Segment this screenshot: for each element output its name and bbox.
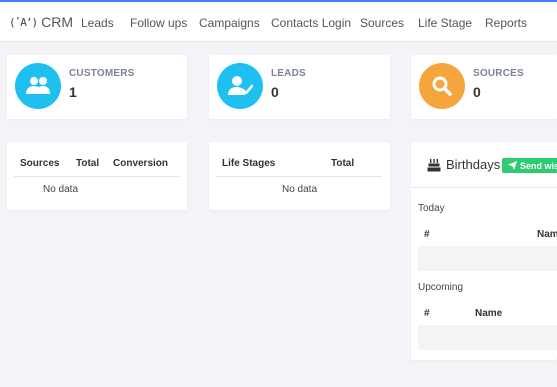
send-wish-button[interactable]: Send wish: [502, 158, 557, 173]
search-icon: [432, 76, 452, 96]
leads-icon-circle: [217, 63, 263, 109]
sources-table-card: Sources Total Conversion No data: [7, 142, 187, 210]
birthdays-header-divider: [411, 187, 557, 188]
lifestage-empty-text: No data: [282, 184, 318, 195]
nav-reports[interactable]: Reports: [485, 16, 527, 30]
col-total[interactable]: Total: [331, 158, 354, 169]
leads-stat-card[interactable]: LEADS 0: [209, 55, 390, 119]
col-life-stages[interactable]: Life Stages: [222, 158, 275, 169]
user-check-icon: [228, 76, 253, 95]
upcoming-col-name[interactable]: Name: [475, 308, 502, 319]
customers-stat-card[interactable]: CUSTOMERS 1: [7, 55, 187, 119]
users-icon: [26, 77, 50, 94]
birthdays-title: Birthdays: [427, 157, 500, 172]
leads-count: 0: [271, 84, 279, 100]
table-header-divider: [216, 176, 382, 177]
leads-label: LEADS: [271, 68, 306, 79]
sources-stat-card[interactable]: SOURCES 0: [411, 55, 557, 119]
broadcast-icon: (ʽAʼ): [9, 15, 38, 29]
send-wish-label: Send wish: [520, 160, 557, 171]
sources-count: 0: [473, 84, 481, 100]
today-col-name[interactable]: Nam: [537, 229, 557, 240]
nav-life-stage[interactable]: Life Stage: [418, 16, 472, 30]
col-sources[interactable]: Sources: [20, 158, 59, 169]
upcoming-empty-row: [418, 325, 557, 350]
col-total[interactable]: Total: [76, 158, 99, 169]
today-label: Today: [418, 203, 445, 214]
nav-campaigns[interactable]: Campaigns: [199, 16, 260, 30]
customers-icon-circle: [15, 63, 61, 109]
customers-label: CUSTOMERS: [69, 68, 135, 79]
nav-contacts-login[interactable]: Contacts Login: [271, 16, 351, 30]
brand-logo[interactable]: (ʽAʼ) CRM: [9, 14, 73, 30]
col-conversion[interactable]: Conversion: [113, 158, 168, 169]
sources-empty-text: No data: [43, 184, 79, 195]
brand-name: CRM: [41, 14, 74, 30]
paper-plane-icon: [508, 161, 517, 170]
today-empty-row: [418, 246, 557, 271]
today-col-index[interactable]: #: [424, 229, 430, 240]
upcoming-label: Upcoming: [418, 282, 464, 293]
top-navbar: (ʽAʼ) CRM Leads Follow ups Campaigns Con…: [0, 0, 557, 42]
nav-sources[interactable]: Sources: [360, 16, 404, 30]
table-header-divider: [14, 176, 180, 177]
sources-label: SOURCES: [473, 68, 524, 79]
birthdays-card: Birthdays Send wish Today # Nam Upcoming…: [411, 142, 557, 360]
customers-count: 1: [69, 84, 77, 100]
nav-follow-ups[interactable]: Follow ups: [130, 16, 187, 30]
nav-leads[interactable]: Leads: [81, 16, 114, 30]
cake-icon: [427, 158, 441, 171]
upcoming-col-index[interactable]: #: [424, 308, 430, 319]
birthdays-title-text: Birthdays: [446, 157, 501, 172]
lifestage-table-card: Life Stages Total No data: [209, 142, 390, 210]
sources-icon-circle: [419, 63, 465, 109]
